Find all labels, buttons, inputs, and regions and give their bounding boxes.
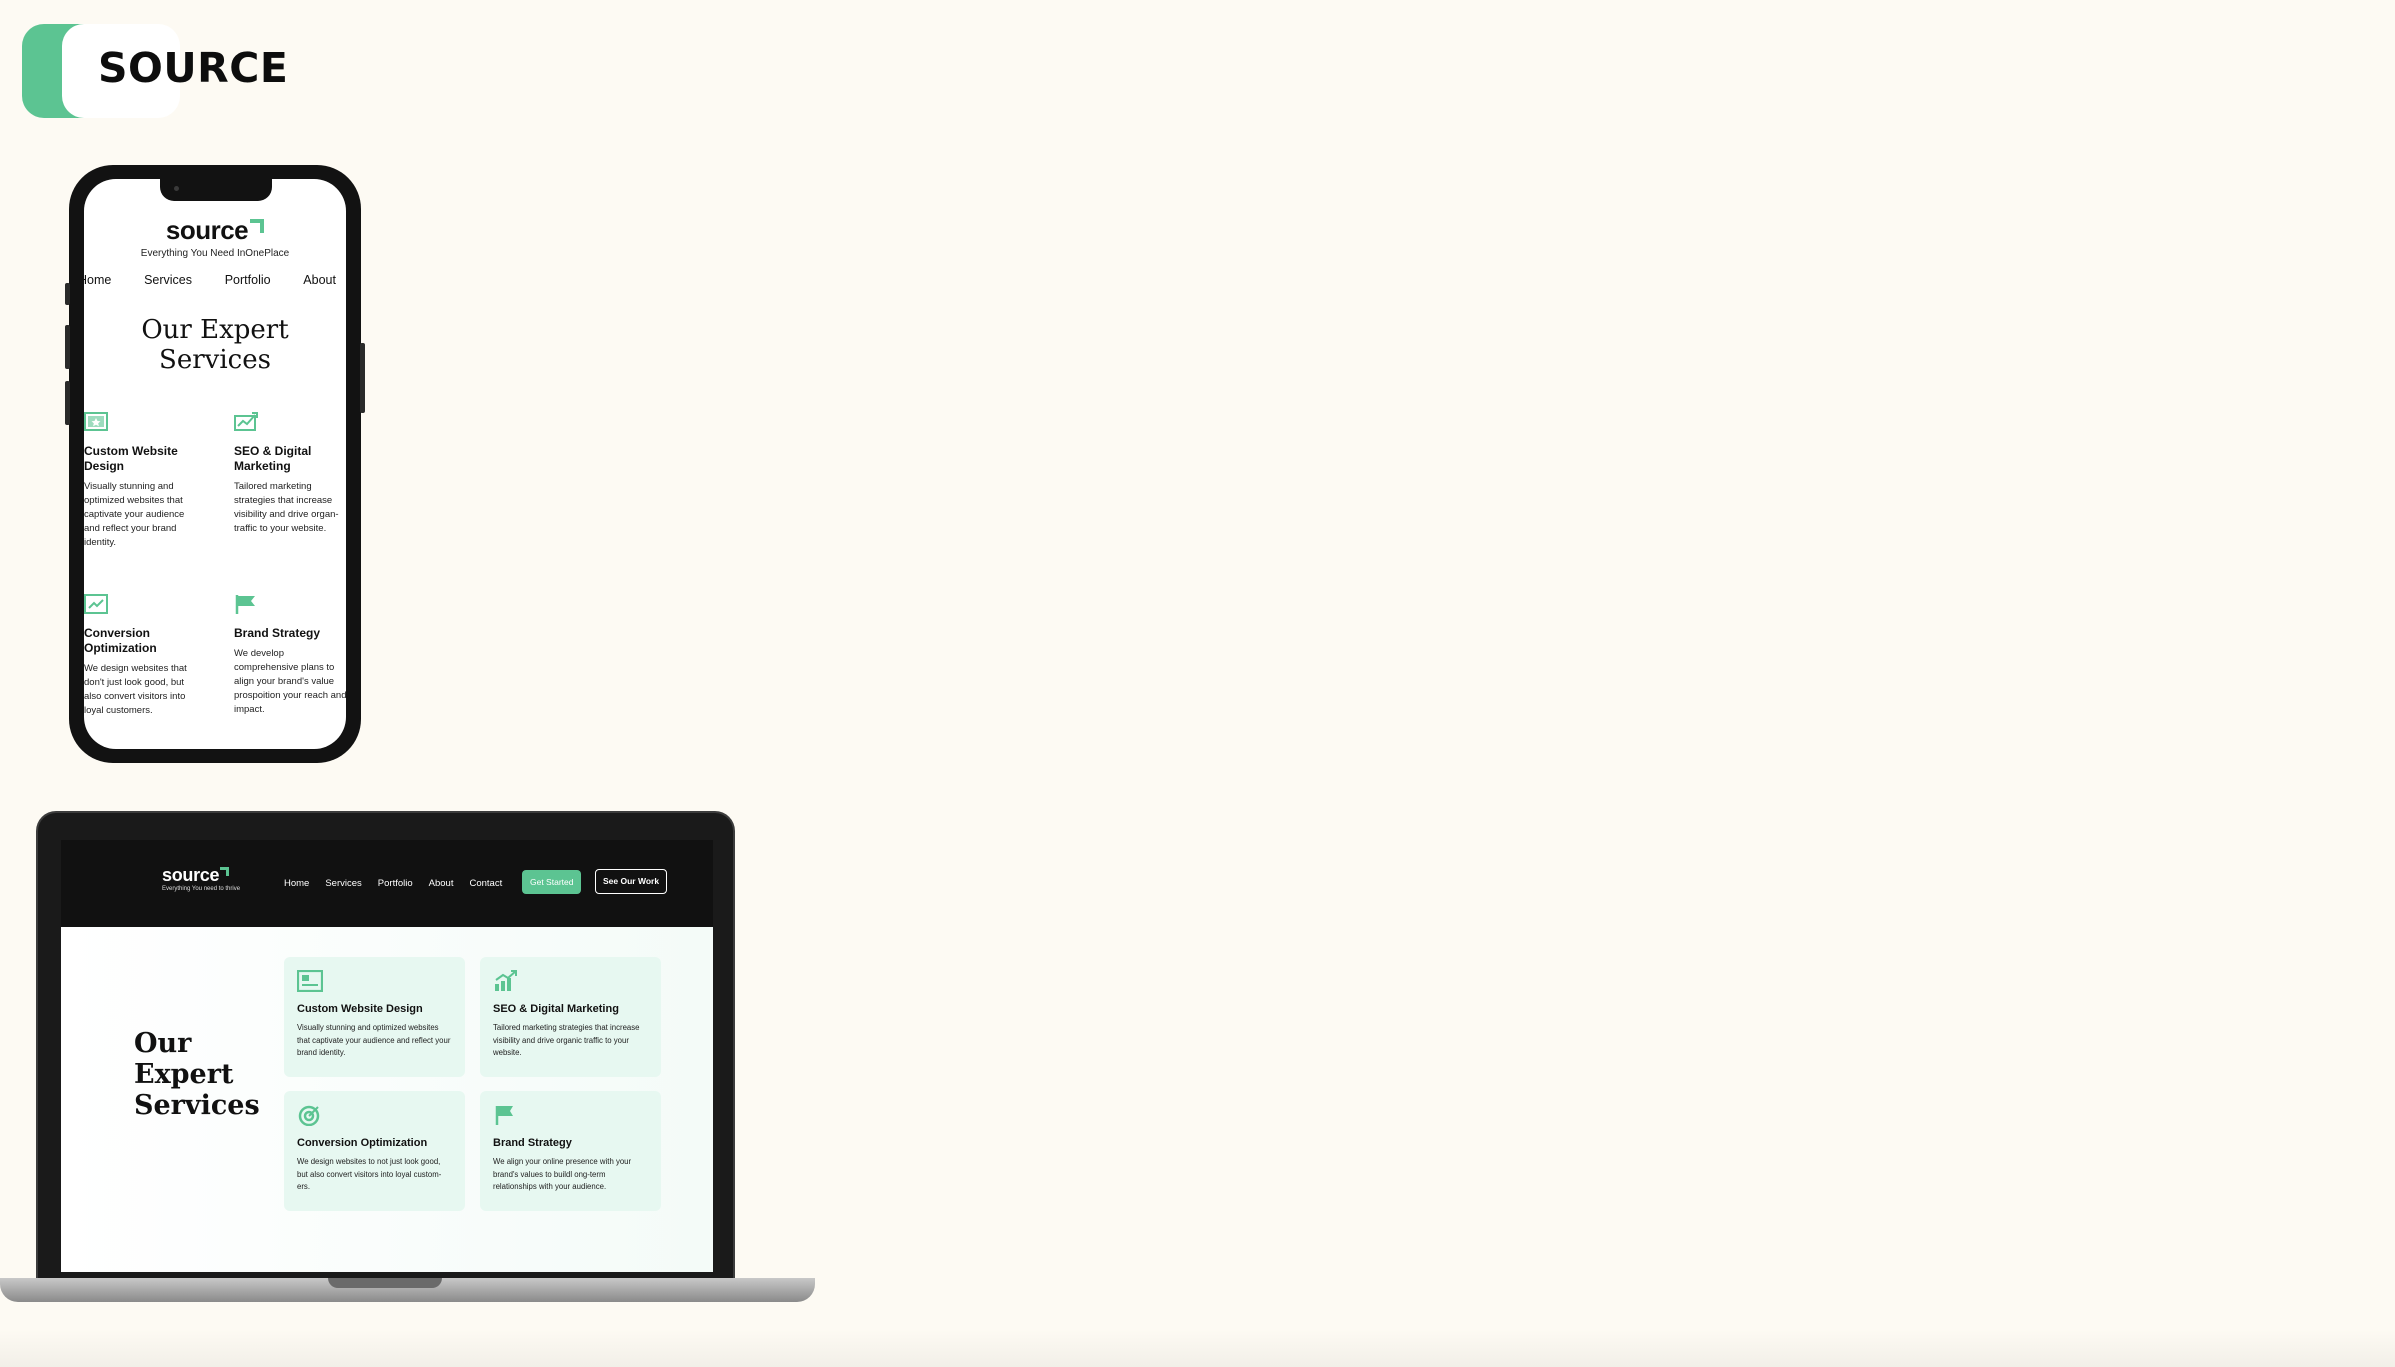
nav-portfolio[interactable]: Portfolio xyxy=(225,273,271,287)
nav-services[interactable]: Services xyxy=(325,878,361,889)
nav-home[interactable]: Home xyxy=(284,878,309,889)
service-card-conversion[interactable]: Conversion Optimization We design websit… xyxy=(284,1091,465,1211)
phone-mockup: source Everything You Need InOnePlace Ho… xyxy=(65,165,365,763)
desktop-header: source Everything You need to thrive Hom… xyxy=(61,840,713,927)
desktop-tagline: Everything You need to thrive xyxy=(162,886,241,892)
brand-badge: SOURCE xyxy=(22,24,342,118)
phone-volume-up xyxy=(65,325,70,369)
see-our-work-button[interactable]: See Our Work xyxy=(595,869,668,894)
laptop-screen: source Everything You need to thrive Hom… xyxy=(61,840,713,1272)
desktop-section-title: Our Expert Services xyxy=(134,1028,260,1121)
service-card-seo-marketing[interactable]: SEO & Digital Marketing Tailored marketi… xyxy=(234,411,346,536)
phone-power-button xyxy=(360,343,365,413)
desktop-nav: Home Services Portfolio About Contact xyxy=(284,878,502,889)
service-card-conversion[interactable]: Conversion Optimization We design websit… xyxy=(84,593,200,718)
seo-marketing-icon xyxy=(234,412,258,431)
brand-flag-icon xyxy=(495,1106,513,1125)
conversion-chart-icon xyxy=(84,594,108,614)
brand-label: SOURCE xyxy=(98,44,289,92)
phone-mute-switch xyxy=(65,283,70,305)
logo-mark-icon xyxy=(250,219,265,233)
website-design-icon xyxy=(296,969,324,993)
phone-volume-down xyxy=(65,381,70,425)
service-card-brand-strategy[interactable]: Brand Strategy We develop comprehensive … xyxy=(234,593,346,717)
seo-marketing-icon xyxy=(495,970,517,991)
nav-about[interactable]: About xyxy=(303,273,336,287)
nav-services[interactable]: Services xyxy=(144,273,192,287)
mobile-tagline: Everything You Need InOnePlace xyxy=(140,248,290,259)
service-card-website-design[interactable]: Custom Website Design Visually stunning … xyxy=(284,957,465,1077)
nav-portfolio[interactable]: Portfolio xyxy=(378,878,413,889)
nav-contact[interactable]: Contact xyxy=(469,878,502,889)
service-card-website-design[interactable]: Custom Website Design Visually stunning … xyxy=(84,411,200,550)
service-card-seo-marketing[interactable]: SEO & Digital Marketing Tailored marketi… xyxy=(480,957,661,1077)
desktop-services-section: Our Expert Services Custom Website Desig… xyxy=(61,927,713,1272)
laptop-hinge-notch xyxy=(328,1278,442,1288)
phone-notch xyxy=(160,179,272,201)
camera-icon xyxy=(174,186,179,191)
get-started-button[interactable]: Get Started xyxy=(522,870,582,894)
floor-shadow xyxy=(0,1330,2395,1367)
service-card-brand-strategy[interactable]: Brand Strategy We align your online pres… xyxy=(480,1091,661,1211)
nav-home[interactable]: Home xyxy=(84,273,111,287)
website-design-icon xyxy=(84,412,108,431)
mobile-section-title: Our Expert Services xyxy=(141,315,289,375)
brand-flag-icon xyxy=(235,595,255,614)
mobile-logo[interactable]: source xyxy=(84,215,346,246)
phone-screen: source Everything You Need InOnePlace Ho… xyxy=(84,179,346,749)
logo-mark-icon xyxy=(220,867,230,876)
nav-about[interactable]: About xyxy=(429,878,454,889)
laptop-mockup: source Everything You need to thrive Hom… xyxy=(36,811,735,1281)
desktop-logo[interactable]: source xyxy=(162,865,230,886)
target-icon xyxy=(298,1105,320,1127)
mobile-nav: Home Services Portfolio About xyxy=(84,273,346,287)
